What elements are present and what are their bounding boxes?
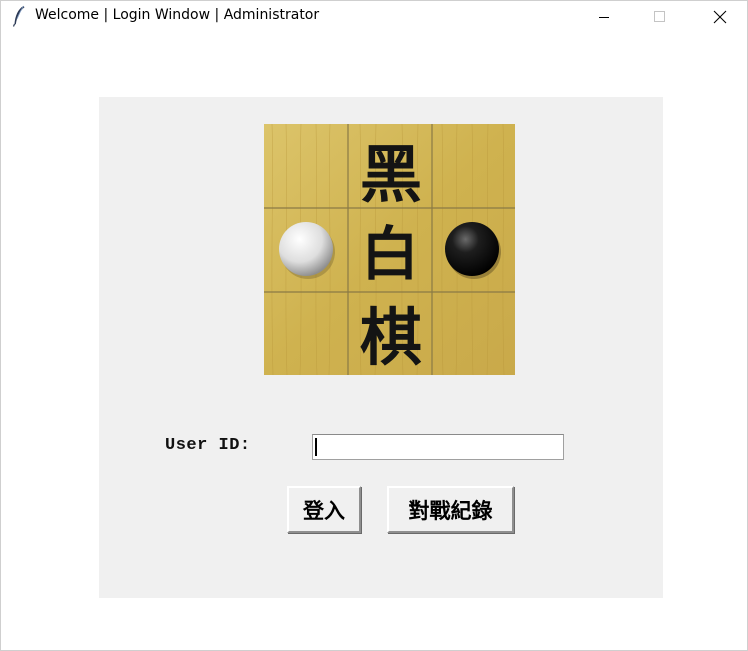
user-id-input[interactable] [312,434,564,460]
match-history-button[interactable]: 對戰紀錄 [387,486,514,533]
feather-icon [12,5,25,27]
window-title: Welcome | Login Window | Administrator [35,7,320,23]
minimize-button[interactable] [581,1,627,33]
minimize-icon [599,17,609,18]
text-caret [315,438,317,456]
logo-char-2: 白 [361,220,419,288]
close-button[interactable] [697,1,743,33]
logo-char-1: 黑 [360,138,422,211]
maximize-button[interactable] [637,1,683,33]
othello-logo-image: 黑 白 棋 [264,124,515,375]
user-id-label: User ID: [165,436,251,455]
client-area: 黑 白 棋 User ID: 登入 對戰紀錄 [1,33,747,650]
login-panel: 黑 白 棋 User ID: 登入 對戰紀錄 [99,97,663,598]
logo-char-3: 棋 [360,301,422,374]
login-window: Welcome | Login Window | Administrator 黑… [0,0,748,651]
maximize-icon [654,11,665,22]
close-icon [713,10,727,24]
login-button[interactable]: 登入 [287,486,361,533]
title-bar[interactable]: Welcome | Login Window | Administrator [1,1,747,33]
